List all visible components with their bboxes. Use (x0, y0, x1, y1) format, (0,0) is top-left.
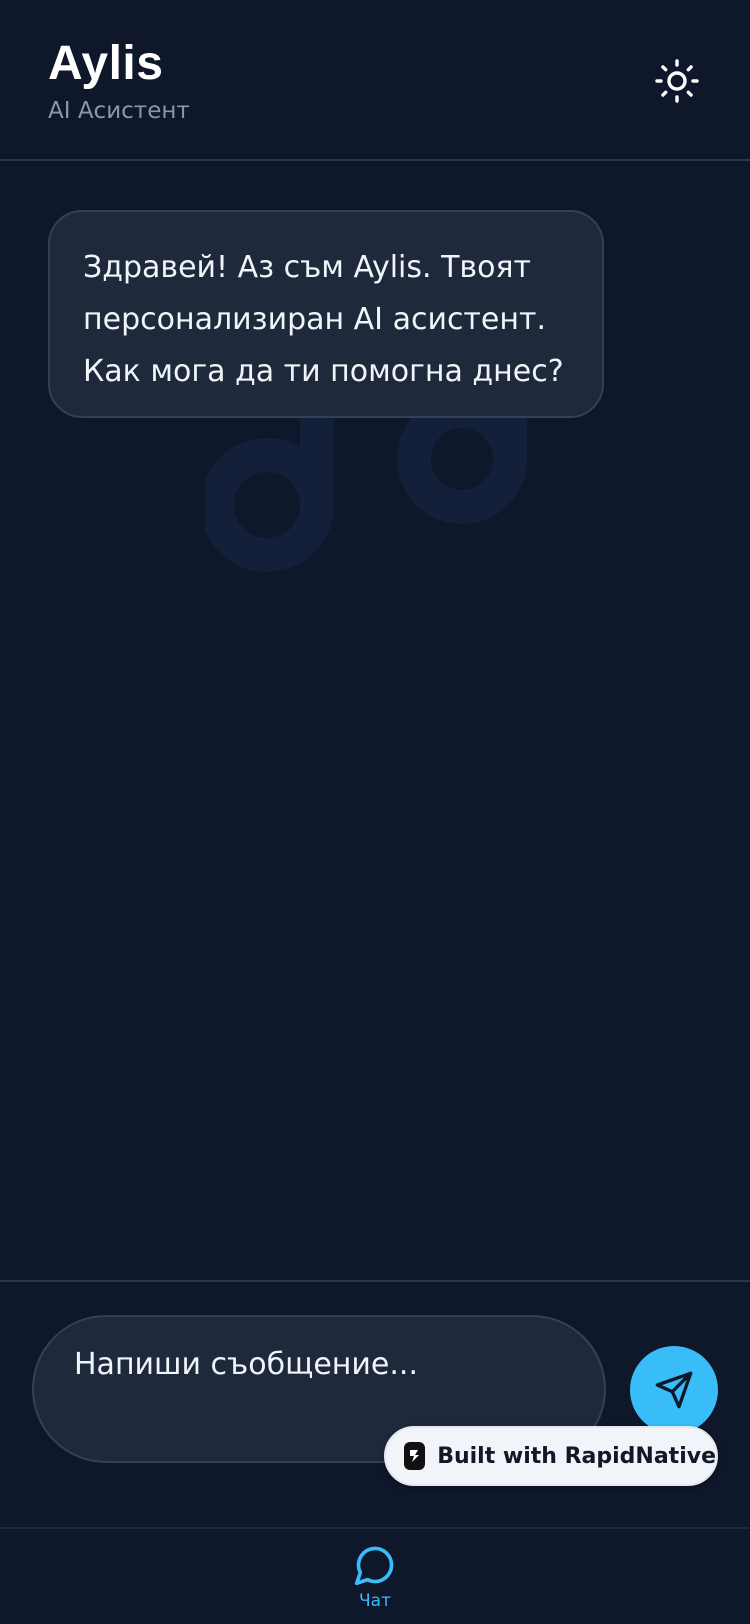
tab-label: Чат (359, 1591, 391, 1611)
message-line: Здравей! Аз съм Aylis. Твоят (83, 250, 531, 285)
badge-text: Built with RapidNative (437, 1443, 716, 1469)
sun-icon (655, 59, 699, 103)
app-subtitle: AI Асистент (48, 98, 190, 124)
theme-toggle-button[interactable] (652, 56, 702, 106)
assistant-message-bubble: Здравей! Аз съм Aylis. Твоят персонализи… (48, 210, 604, 418)
message-line: Как мога да ти помогна днес? (83, 354, 564, 389)
chat-area: Здравей! Аз съм Aylis. Твоят персонализи… (0, 163, 750, 1280)
tab-chat[interactable]: Чат (335, 1543, 415, 1623)
logo-watermark-icon (205, 403, 527, 572)
header: Aylis AI Асистент (0, 0, 750, 161)
send-button[interactable] (630, 1346, 718, 1434)
send-icon (655, 1371, 693, 1409)
app-root: Aylis AI Асистент Здравей! Аз съм Aylis.… (0, 0, 750, 1624)
chat-bubble-icon (354, 1546, 394, 1586)
app-title: Aylis (48, 37, 164, 90)
built-with-badge[interactable]: Built with RapidNative (384, 1426, 718, 1486)
rapidnative-logo-icon (404, 1442, 426, 1470)
message-line: персонализиран AI асистент. (83, 302, 546, 337)
input-bar: Напиши съобщение... Built with RapidNati… (0, 1280, 750, 1527)
tab-bar: Чат (0, 1527, 750, 1624)
